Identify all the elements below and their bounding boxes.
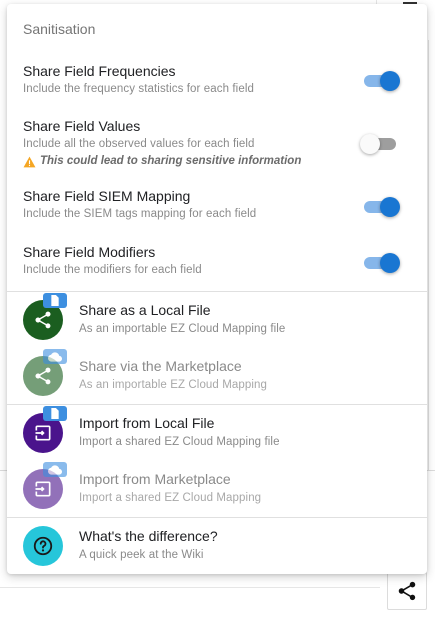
- share-icon: [398, 581, 416, 601]
- toggle-share-field-values[interactable]: [360, 134, 400, 154]
- file-badge: [43, 406, 67, 421]
- share-menu: Sanitisation Share Field Frequencies Inc…: [7, 4, 427, 574]
- action-subtitle: As an importable EZ Cloud Mapping: [79, 379, 268, 391]
- file-badge: [43, 293, 67, 308]
- action-subtitle: Import a shared EZ Cloud Mapping file: [79, 436, 280, 448]
- share-local-file-item[interactable]: Share as a Local File As an importable E…: [7, 292, 427, 348]
- cloud-badge: [43, 462, 67, 477]
- toggle-share-field-frequencies[interactable]: [360, 71, 400, 91]
- share-icon: [35, 311, 51, 329]
- background-divider: [0, 587, 380, 588]
- toggle-share-field-modifiers[interactable]: [360, 253, 400, 273]
- background-divider: [428, 40, 429, 470]
- share-icon: [35, 367, 51, 385]
- warning-triangle-icon: [23, 156, 36, 167]
- share-button[interactable]: [387, 572, 427, 610]
- cloud-icon: [48, 351, 62, 362]
- share-marketplace-item[interactable]: Share via the Marketplace As an importab…: [7, 348, 427, 404]
- option-title: Share Field Values: [23, 118, 141, 134]
- import-marketplace-item[interactable]: Import from Marketplace Import a shared …: [7, 461, 427, 517]
- action-subtitle: Import a shared EZ Cloud Mapping: [79, 492, 262, 504]
- toggle-share-field-siem-mapping[interactable]: [360, 197, 400, 217]
- action-title: Import from Marketplace: [79, 471, 231, 487]
- import-local-file-item[interactable]: Import from Local File Import a shared E…: [7, 405, 427, 461]
- section-title: Sanitisation: [23, 21, 96, 37]
- warning-message: This could lead to sharing sensitive inf…: [23, 154, 427, 169]
- warning-text: This could lead to sharing sensitive inf…: [40, 155, 302, 167]
- action-title: Share via the Marketplace: [79, 358, 242, 374]
- file-icon: [51, 408, 59, 419]
- import-icon: [35, 425, 51, 441]
- action-subtitle: As an importable EZ Cloud Mapping file: [79, 323, 286, 335]
- action-title: Share as a Local File: [79, 302, 211, 318]
- action-title: What's the difference?: [79, 528, 218, 544]
- cloud-icon: [48, 464, 62, 475]
- file-icon: [51, 295, 59, 306]
- help-icon: [33, 536, 53, 556]
- import-icon: [35, 481, 51, 497]
- whats-the-difference-item[interactable]: What's the difference? A quick peek at t…: [7, 518, 427, 574]
- cloud-badge: [43, 349, 67, 364]
- action-title: Import from Local File: [79, 415, 215, 431]
- avatar: [23, 526, 63, 566]
- action-subtitle: A quick peek at the Wiki: [79, 549, 204, 561]
